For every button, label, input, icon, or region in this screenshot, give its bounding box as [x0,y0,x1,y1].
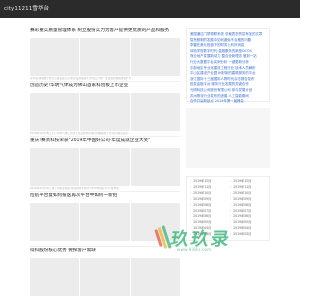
divider [30,191,180,192]
article-summary: 近年来,随着数字经济迅速发展,信息化建设越来越大,中国云计算产业发展的规模逐渐扩… [30,77,134,80]
top-navbar: city11211雪华台 [0,0,300,18]
bullet-icon: › [190,202,192,207]
watermark-url: www.9i9lu.com [177,247,212,252]
article-thumbnail[interactable] [30,38,180,76]
divider [30,81,180,82]
sidebar-link[interactable]: 美国通过门禁物联系统 总裁表态赞赏有加的文章 [190,32,266,38]
article-title[interactable]: 赛彩重实质量管理体系 树立股份实力为客户提供更优质的产品和服务 [30,28,180,34]
bullet-icon: › [190,208,192,213]
bullet-icon: › [230,196,232,201]
bullet-icon: › [190,190,192,195]
bullet-icon: › [230,190,232,195]
bullet-icon: › [190,179,192,183]
article-thumbnail[interactable] [30,93,180,131]
ribbon-logo-icon [154,225,172,251]
article-thumbnail[interactable] [30,148,180,186]
bullet-icon: › [230,202,232,207]
article-item: 创造历史!华明气体成为佛山首家科创板上市企业 2019年12月26日上午,华明气… [30,83,180,138]
article-title[interactable]: 重庆!赛贤科技荣获"2019年中国好公司·年度成就企业大奖" [30,138,180,144]
article-thumbnail[interactable] [30,258,180,296]
article-title[interactable]: 险航平台复如何投医再次平台中如何一新招 [30,193,180,199]
bullet-icon: › [230,208,232,213]
site-logo[interactable]: city11211雪华台 [4,4,49,14]
sidebar: 美国通过门禁物联系统 总裁表态赞赏有加的文章 智慧照明的发展中如何避免不合格的问… [186,28,270,168]
bullet-icon: › [230,179,232,183]
article-title[interactable]: 创造历史!华明气体成为佛山首家科创板上市企业 [30,83,180,89]
article-item: 重庆!赛贤科技荣获"2019年中国好公司·年度成就企业大奖" 2019年12月2… [30,138,180,193]
bullet-icon: › [190,196,192,201]
divider [30,136,180,137]
sidebar-ad-placeholder [186,108,270,168]
sidebar-link-list: 美国通过门禁物联系统 总裁表态赞赏有加的文章 智慧照明的发展中如何避免不合格的问… [186,28,270,105]
article-list: 赛彩重实质量管理体系 树立股份实力为客户提供更优质的产品和服务 近年来,随着数字… [30,28,180,300]
article-summary: 2019年12月26日上午,华明气体正式在上海证券交易所科创板挂牌上市,成为佛山… [30,132,131,135]
sidebar-link[interactable]: 合作共赢新起点 2019年第一届峰会 [190,99,266,105]
bullet-icon: › [230,184,232,189]
article-summary: 2019年12月20日,由上海报业集团,界面新闻主办的"2019中国好公司"发布… [30,187,122,190]
bullet-icon: › [190,184,192,189]
sidebar-link[interactable]: 平山区建设产业园 树好新的建筑服务的平台 [190,71,266,77]
article-item: 赛彩重实质量管理体系 树立股份实力为客户提供更优质的产品和服务 近年来,随着数字… [30,28,180,83]
watermark-logo: 玖玖录 www.9i9lu.com [153,217,243,257]
